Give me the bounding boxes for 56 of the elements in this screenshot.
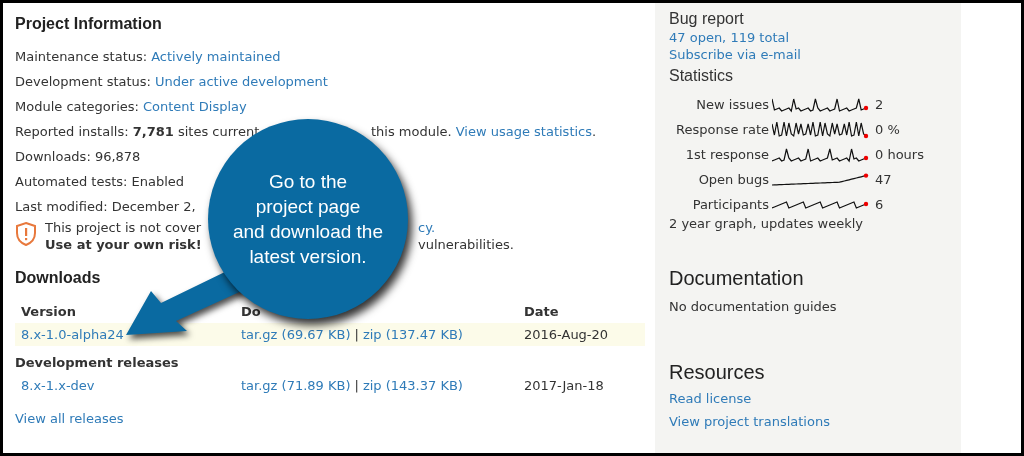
- download-link[interactable]: zip (137.47 KB): [362, 324, 463, 345]
- release-date: 2016-Aug-20: [524, 325, 610, 344]
- sidebar-link[interactable]: 47 open, 119 total: [669, 30, 790, 45]
- field-link[interactable]: Actively maintained: [151, 47, 281, 72]
- separator-text: |: [354, 325, 359, 344]
- stat-label: Participants: [691, 197, 769, 212]
- info-text: Downloads: 96,878: [15, 149, 141, 164]
- stat-label: New issues: [695, 97, 769, 112]
- view-all-link[interactable]: View all releases: [15, 411, 124, 426]
- download-link[interactable]: zip (143.37 KB): [362, 375, 463, 396]
- release-date: 2017-Jan-18: [524, 376, 605, 395]
- documentation-text: No documentation guides: [669, 298, 838, 316]
- warning-text: This project is not cover: [45, 219, 202, 236]
- graph-note: 2 year graph, updates weekly: [669, 217, 865, 231]
- sidebar-heading: Resources: [669, 359, 766, 385]
- sidebar-link[interactable]: Subscribe via e-mail: [669, 47, 801, 62]
- version-link[interactable]: 8.x-1.0-alpha24: [21, 324, 241, 345]
- stat-label: Open bugs: [697, 172, 769, 187]
- stat-value: 0 %: [875, 122, 900, 137]
- resource-link[interactable]: View project translations: [669, 413, 830, 429]
- stat-value: 6: [875, 197, 884, 212]
- policy-link[interactable]: cy.: [418, 219, 436, 236]
- info-text: Automated tests: Enabled: [15, 174, 185, 189]
- stat-label: 1st response: [684, 147, 769, 162]
- info-text: Reported installs: 7,781 sites current: [15, 123, 260, 141]
- sidebar-heading: Bug report: [669, 9, 745, 29]
- warning-text: vulnerabilities.: [418, 236, 514, 253]
- punctuation-text: .: [592, 123, 597, 141]
- info-text: Last modified: December 2,: [15, 199, 196, 214]
- separator-text: |: [354, 376, 359, 395]
- warning-text: Use at your own risk!: [45, 236, 202, 253]
- stat-value: 2: [875, 97, 884, 112]
- stat-value: 47: [875, 172, 892, 187]
- section-heading: Downloads: [15, 268, 102, 288]
- field-label: Development status:: [15, 73, 151, 91]
- usage-link[interactable]: View usage statistics: [455, 122, 592, 142]
- download-link[interactable]: tar.gz (71.89 KB): [241, 375, 351, 396]
- sidebar-heading: Statistics: [669, 66, 734, 86]
- sidebar-heading: Documentation: [669, 266, 805, 291]
- section-heading: Project Information: [15, 14, 163, 34]
- field-label: Maintenance status:: [15, 48, 148, 66]
- stat-label: Response rate: [675, 122, 769, 137]
- field-link[interactable]: Content Display: [142, 97, 247, 122]
- stat-value: 0 hours: [875, 147, 924, 162]
- callout-text: Go to the project page and download the latest version.: [233, 170, 383, 269]
- info-text: this module.: [371, 123, 452, 141]
- group-heading: Development releases: [15, 353, 179, 372]
- warning-shield-icon: [15, 221, 37, 247]
- column-heading: Do: [241, 302, 262, 321]
- resource-link[interactable]: Read license: [669, 390, 752, 406]
- column-heading: Version: [21, 302, 77, 321]
- field-link[interactable]: Under active development: [155, 72, 328, 97]
- column-heading: Date: [524, 302, 560, 321]
- field-label: Module categories:: [15, 98, 139, 116]
- download-link[interactable]: tar.gz (69.67 KB): [241, 324, 351, 345]
- version-link[interactable]: 8.x-1.x-dev: [21, 375, 241, 396]
